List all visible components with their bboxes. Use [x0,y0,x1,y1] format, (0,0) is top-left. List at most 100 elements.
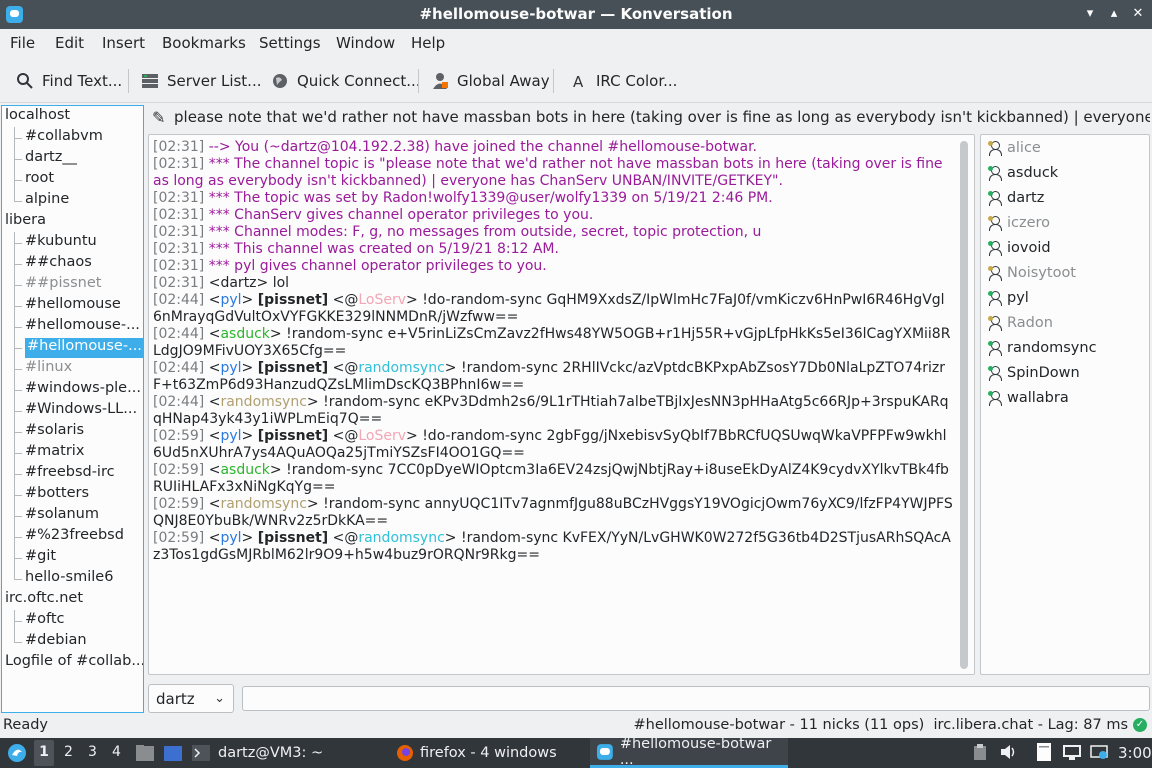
chat-line: [02:31] --> You (~dartz@104.192.2.38) ha… [153,139,953,156]
nick-list-item[interactable]: asduck [988,163,1058,183]
message-nick[interactable]: dartz [220,275,256,291]
nick-list-item[interactable]: iovoid [988,238,1051,258]
find-text-button[interactable]: Find Text... [16,70,122,92]
chat-line: [02:31] *** This channel was created on … [153,241,953,258]
tree-channel[interactable]: #hellomouse [25,296,143,316]
nick-name: iovoid [1007,240,1051,256]
task-terminal[interactable]: dartz@VM3: ~ [192,738,323,768]
tray-expand-icon[interactable] [1090,744,1108,764]
chat-line: [02:44] <asduck> !random-sync e+V5rinLiZ… [153,326,951,359]
task-konversation[interactable]: #hellomouse-botwar ... [590,735,788,768]
message-nick[interactable]: pyl [220,530,241,546]
close-button[interactable]: ✕ [1128,5,1148,23]
task-firefox[interactable]: firefox - 4 windows [396,738,557,768]
menu-insert[interactable]: Insert [102,34,145,52]
task-konversation-label: #hellomouse-botwar ... [619,735,772,768]
message-nick[interactable]: asduck [220,462,269,478]
tree-channel[interactable]: ##pissnet [25,275,143,295]
server-list-button[interactable]: Server List... [141,70,261,92]
tree-channel[interactable]: #windows-ple... [25,380,143,400]
tree-channel[interactable]: hello-smile6 [25,569,143,589]
message-input[interactable] [242,686,1150,711]
window-icon[interactable] [163,744,183,766]
status-bar: Ready #hellomouse-botwar - 11 nicks (11 … [0,714,1152,738]
tree-channel[interactable]: #kubuntu [25,233,143,253]
minimize-button[interactable]: ▾ [1080,5,1100,23]
nick-list-item[interactable]: pyl [988,288,1029,308]
tree-channel[interactable]: #%23freebsd [25,527,143,547]
nick-list-item[interactable]: dartz [988,188,1044,208]
menu-window[interactable]: Window [336,34,395,52]
tree-channel[interactable]: #botters [25,485,143,505]
start-menu-icon[interactable] [6,742,28,768]
nick-list-item[interactable]: SpinDown [988,363,1080,383]
tree-channel[interactable]: #solanum [25,506,143,526]
tree-channel[interactable]: #freebsd-irc [25,464,143,484]
message-timestamp: [02:31] [153,139,205,155]
nick-list-item[interactable]: Noisytoot [988,263,1076,283]
tree-channel[interactable]: #collabvm [25,128,143,148]
tree-channel[interactable]: alpine [25,191,143,211]
nick-name: alice [1007,140,1041,156]
menu-bookmarks[interactable]: Bookmarks [162,34,246,52]
tree-server[interactable]: irc.oftc.net [5,590,83,610]
desktop-2[interactable]: 2 [64,744,73,760]
tree-server[interactable]: libera [5,212,46,232]
message-nick[interactable]: randomsync [220,394,306,410]
files-icon[interactable] [135,744,155,766]
message-timestamp: [02:44] [153,394,205,410]
tree-channel[interactable]: #debian [25,632,143,652]
message-timestamp: [02:31] [153,190,205,206]
message-nick[interactable]: asduck [220,326,269,342]
nick-list-item[interactable]: wallabra [988,388,1069,408]
tree-server[interactable]: Logfile of #collab... [5,653,143,673]
global-away-button[interactable]: Global Away [431,70,550,92]
tree-branch-line [14,138,22,139]
desktop-1[interactable]: 1 [34,740,54,766]
menu-edit[interactable]: Edit [55,34,84,52]
chat-view[interactable]: [02:31] --> You (~dartz@104.192.2.38) ha… [148,134,975,675]
volume-icon[interactable] [1000,744,1018,764]
message-nick[interactable]: randomsync [220,496,306,512]
op-user-icon [988,391,1002,406]
message-timestamp: [02:31] [153,258,205,274]
tree-channel[interactable]: root [25,170,143,190]
nick-list-item[interactable]: iczero [988,213,1050,233]
menu-file[interactable]: File [10,34,35,52]
tree-branch-line [14,474,22,475]
quick-connect-label: Quick Connect... [297,72,421,90]
message-nick[interactable]: pyl [220,360,241,376]
tree-channel[interactable]: #matrix [25,443,143,463]
network-icon[interactable] [1062,743,1082,765]
tree-channel[interactable]: #linux [25,359,143,379]
irc-color-button[interactable]: A IRC Color... [570,70,677,92]
menu-settings[interactable]: Settings [259,34,321,52]
system-message: *** ChanServ gives channel operator priv… [204,207,594,223]
tree-trunk-line [14,127,15,202]
nick-list-item[interactable]: Radon [988,313,1053,333]
desktop-4[interactable]: 4 [112,744,121,760]
tree-channel[interactable]: #git [25,548,143,568]
edit-topic-icon[interactable]: ✎ [152,108,165,127]
tree-channel[interactable]: #oftc [25,611,143,631]
menu-help[interactable]: Help [411,34,445,52]
desktop-3[interactable]: 3 [88,744,97,760]
server-list-label: Server List... [167,72,262,90]
tree-channel[interactable]: #solaris [25,422,143,442]
message-nick[interactable]: pyl [220,292,241,308]
tree-server[interactable]: localhost [5,107,70,127]
tree-channel[interactable]: #hellomouse-... [25,317,143,337]
tree-channel[interactable]: ##chaos [25,254,143,274]
tree-channel[interactable]: #hellomouse-... [25,338,143,358]
clipboard-icon[interactable] [972,743,988,765]
nick-list-item[interactable]: alice [988,138,1041,158]
notes-icon[interactable] [1036,742,1052,766]
tree-channel[interactable]: dartz__ [25,149,143,169]
nickname-selector[interactable]: dartz ⌄ [148,684,234,713]
tree-channel[interactable]: #Windows-LL... [25,401,143,421]
chat-scrollbar[interactable] [960,141,968,669]
maximize-button[interactable]: ▴ [1104,5,1124,23]
quick-connect-button[interactable]: Quick Connect... [271,70,421,92]
nick-list-item[interactable]: randomsync [988,338,1097,358]
message-nick[interactable]: pyl [220,428,241,444]
